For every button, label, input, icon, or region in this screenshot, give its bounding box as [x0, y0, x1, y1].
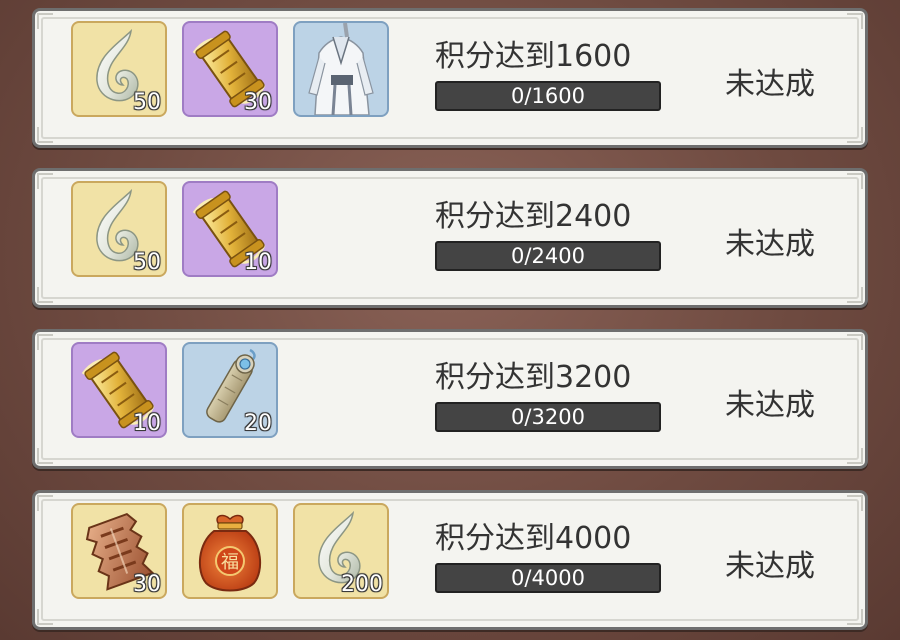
score-progress-bar: 0/2400: [435, 241, 661, 271]
reward-item-rolled-scroll[interactable]: 20: [182, 342, 278, 438]
frame-corner: [847, 609, 863, 625]
tier-goal-label: 积分达到4000: [435, 521, 632, 556]
reward-quantity: 50: [133, 90, 161, 115]
reward-item-jade-hook[interactable]: 50: [71, 181, 167, 277]
tier-status: 未达成: [725, 388, 815, 423]
reward-quantity: 20: [244, 411, 272, 436]
fortune-bag-icon: 福: [198, 514, 262, 592]
reward-quantity: 50: [133, 250, 161, 275]
reward-item-bronze-token[interactable]: 30: [71, 503, 167, 599]
reward-item-white-robe-costume[interactable]: [293, 21, 389, 117]
reward-quantity: 30: [244, 90, 272, 115]
frame-corner: [37, 287, 53, 303]
frame-corner: [37, 13, 53, 29]
reward-item-fortune-bag[interactable]: 福: [182, 503, 278, 599]
frame-corner: [37, 448, 53, 464]
score-progress-bar: 0/4000: [435, 563, 661, 593]
frame-corner: [847, 127, 863, 143]
frame-corner: [847, 448, 863, 464]
reward-tier-row: 50 10 积分达到2400 0/2400 未达成: [32, 168, 868, 308]
frame-corner: [847, 334, 863, 350]
progress-text: 0/4000: [511, 566, 585, 590]
frame-corner: [847, 13, 863, 29]
tier-goal-label: 积分达到1600: [435, 39, 632, 74]
tier-goal-label: 积分达到3200: [435, 360, 632, 395]
reward-item-jade-hook[interactable]: 200: [293, 503, 389, 599]
reward-item-golden-scroll[interactable]: 10: [71, 342, 167, 438]
tier-status: 未达成: [725, 549, 815, 584]
progress-text: 0/2400: [511, 244, 585, 268]
tier-status: 未达成: [725, 67, 815, 102]
score-progress-bar: 0/3200: [435, 402, 661, 432]
frame-corner: [37, 334, 53, 350]
tier-goal-label: 积分达到2400: [435, 199, 632, 234]
frame-corner: [37, 609, 53, 625]
progress-text: 0/3200: [511, 405, 585, 429]
reward-tier-row: 50 30 积分达到1600 0/1600 未达成: [32, 8, 868, 148]
frame-corner: [847, 495, 863, 511]
score-progress-bar: 0/1600: [435, 81, 661, 111]
reward-item-golden-scroll[interactable]: 30: [182, 21, 278, 117]
reward-quantity: 10: [244, 250, 272, 275]
reward-quantity: 10: [133, 411, 161, 436]
reward-quantity: 30: [133, 572, 161, 597]
frame-corner: [37, 495, 53, 511]
reward-items: 50 10: [71, 181, 278, 277]
progress-text: 0/1600: [511, 84, 585, 108]
reward-tier-list: 50 30 积分达到1600 0/1600 未达成 50 10 积分达到2400…: [0, 0, 900, 640]
reward-tier-row: 30 福 200 积分达到4000 0/4000 未达成: [32, 490, 868, 630]
tier-status: 未达成: [725, 227, 815, 262]
reward-items: 50 30: [71, 21, 389, 117]
reward-items: 30 福 200: [71, 503, 389, 599]
white-robe-costume-icon: [308, 23, 374, 115]
frame-corner: [847, 173, 863, 189]
reward-item-golden-scroll[interactable]: 10: [182, 181, 278, 277]
reward-items: 10 20: [71, 342, 278, 438]
reward-item-jade-hook[interactable]: 50: [71, 21, 167, 117]
reward-quantity: 200: [341, 572, 383, 597]
fortune-character: 福: [221, 552, 239, 573]
frame-corner: [847, 287, 863, 303]
reward-tier-row: 10 20 积分达到3200 0/3200 未达成: [32, 329, 868, 469]
frame-corner: [37, 173, 53, 189]
frame-corner: [37, 127, 53, 143]
